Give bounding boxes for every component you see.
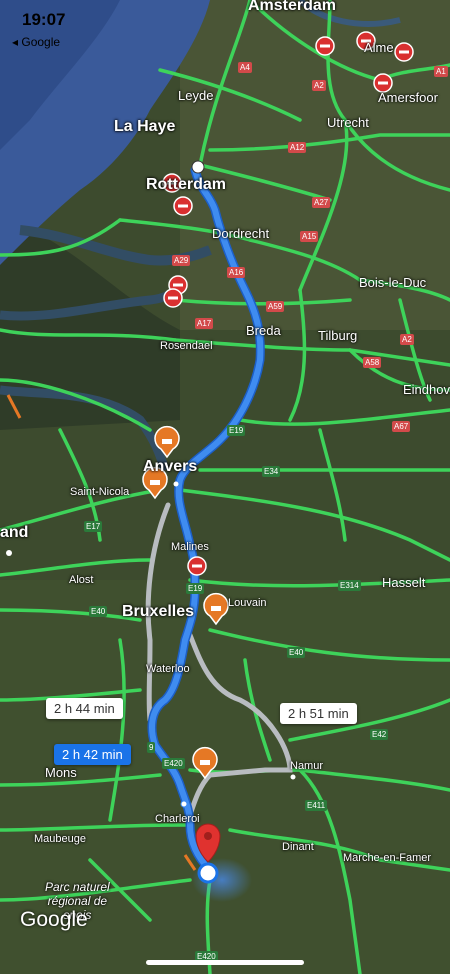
city-label-charleroi: Charleroi (155, 813, 200, 825)
road-shield: E42 (370, 729, 389, 740)
road-shield: A4 (238, 62, 252, 73)
city-label-namur: Namur (290, 760, 324, 772)
city-label-bruxelles: Bruxelles (122, 603, 195, 620)
road-shield: A12 (288, 142, 307, 153)
city-label-alost: Alost (69, 574, 94, 586)
city-label-anvers: Anvers (143, 458, 198, 475)
city-label-amersfoort: Amersfoor (378, 90, 438, 105)
road-shield: A2 (312, 80, 326, 91)
city-label-hasselt: Hasselt (382, 575, 426, 590)
road-shield: A29 (172, 255, 191, 266)
closure-icon (163, 288, 183, 308)
road-shield: A27 (312, 197, 331, 208)
city-label-almere: Alme (364, 40, 394, 55)
city-label-breda: Breda (246, 323, 281, 338)
road-shield: A67 (392, 421, 411, 432)
city-label-marche: Marche-en-Famer (343, 852, 432, 864)
road-shield: E314 (338, 580, 361, 591)
road-shield: A16 (227, 267, 246, 278)
road-shield: A58 (363, 357, 382, 368)
city-label-dinant: Dinant (282, 841, 314, 853)
road-shield: E420 (162, 758, 185, 769)
city-label-dordrecht: Dordrecht (212, 226, 270, 241)
city-label-louvain: Louvain (228, 597, 267, 609)
city-label-bois-le-duc: Bois-le-Duc (359, 275, 427, 290)
city-label-leyde: Leyde (178, 88, 214, 103)
road-shield: E40 (287, 647, 306, 658)
map-canvas[interactable] (0, 0, 450, 974)
road-shield: E34 (262, 466, 281, 477)
city-label-la-haye: La Haye (114, 118, 176, 135)
city-label-rotterdam: Rotterdam (146, 176, 227, 193)
closure-icon (187, 556, 207, 576)
city-label-waterloo: Waterloo (146, 663, 190, 675)
city-label-eindhoven: Eindhov (403, 382, 450, 397)
closure-icon (173, 196, 193, 216)
road-shield: E411 (305, 800, 328, 811)
city-dot (6, 550, 12, 556)
road-shield: E40 (89, 606, 108, 617)
home-indicator[interactable] (146, 960, 304, 965)
city-label-maubeuge: Maubeuge (34, 833, 86, 845)
city-label-rosendael: Rosendael (160, 340, 213, 352)
road-shield: E19 (227, 425, 246, 436)
city-label-malines: Malines (171, 541, 209, 553)
city-label-amsterdam: Amsterdam (248, 0, 337, 14)
back-to-google-link[interactable]: ◂ Google (12, 35, 60, 49)
google-logo: Google (20, 908, 88, 931)
road-shield: 9 (147, 742, 156, 753)
clock: 19:07 (22, 10, 66, 29)
route-time-callout-alt1[interactable]: 2 h 44 min (46, 698, 123, 719)
road-shield: E17 (84, 521, 103, 532)
destination-ring (197, 862, 219, 884)
city-label-tilburg: Tilburg (318, 328, 358, 343)
road-shield: A1 (434, 66, 448, 77)
city-dot (290, 774, 296, 780)
route-time-callout-selected[interactable]: 2 h 42 min (54, 744, 131, 765)
road-shield: A59 (266, 301, 285, 312)
road-shield: A2 (400, 334, 414, 345)
city-dot (173, 481, 179, 487)
road-shield: A17 (195, 318, 214, 329)
city-label-saint-nicolas: Saint-Nicola (70, 486, 130, 498)
city-label-mons: Mons (45, 765, 77, 780)
road-shield: A15 (300, 231, 319, 242)
origin-marker[interactable] (191, 160, 205, 174)
city-label-gand: and (0, 524, 29, 541)
city-dot (180, 800, 188, 808)
city-label-utrecht: Utrecht (327, 115, 369, 130)
road-shield: E19 (186, 583, 205, 594)
route-time-callout-alt2[interactable]: 2 h 51 min (280, 703, 357, 724)
